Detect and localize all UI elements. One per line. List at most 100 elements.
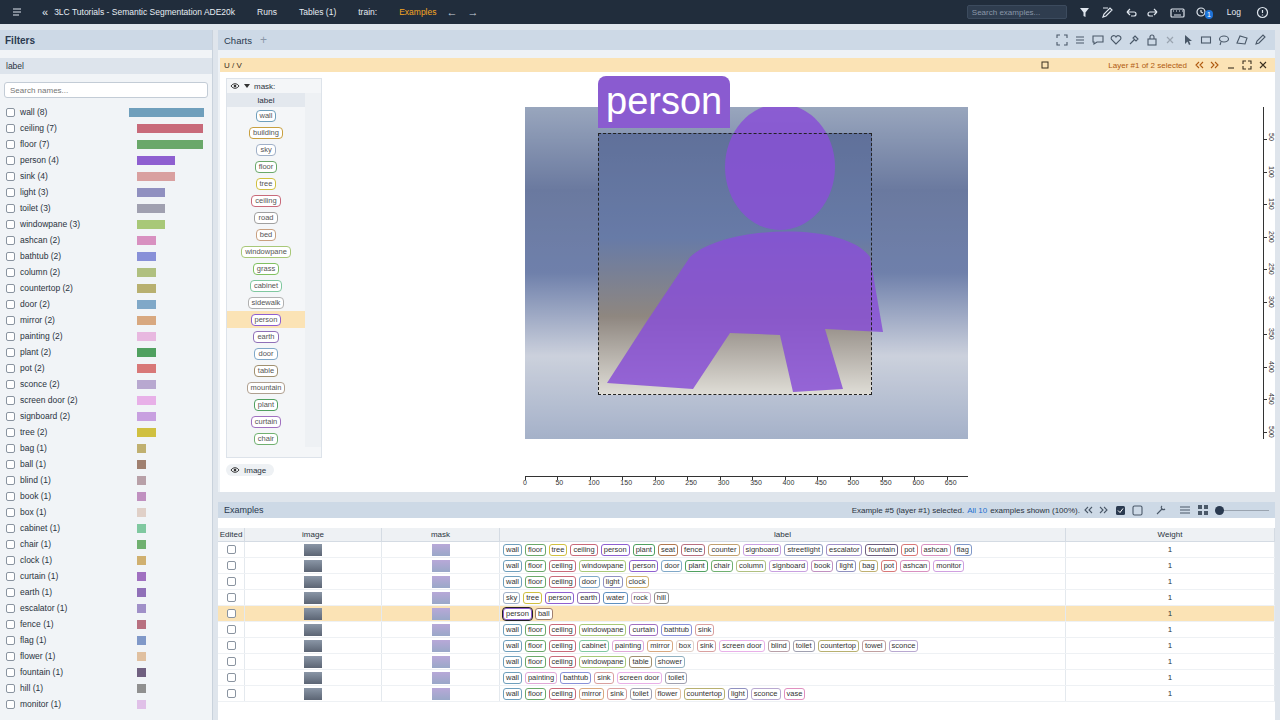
filter-checkbox[interactable] <box>6 172 15 181</box>
filter-checkbox[interactable] <box>6 140 15 149</box>
filter-item[interactable]: bag (1) <box>0 440 212 456</box>
filter-checkbox[interactable] <box>6 188 15 197</box>
label-tag[interactable]: cabinet <box>579 640 609 652</box>
image-thumbnail[interactable] <box>304 656 322 668</box>
label-tag[interactable]: fountain <box>865 544 898 556</box>
maximize-icon[interactable] <box>1242 60 1252 70</box>
layer-item[interactable]: curtain <box>227 413 321 430</box>
edited-checkbox[interactable] <box>227 577 236 586</box>
fit-icon[interactable] <box>1056 34 1068 46</box>
filter-item[interactable]: person (4) <box>0 152 212 168</box>
filter-item[interactable]: floor (7) <box>0 136 212 152</box>
filter-item[interactable]: column (2) <box>0 264 212 280</box>
label-tag[interactable]: ashcan <box>900 560 930 572</box>
filter-checkbox[interactable] <box>6 412 15 421</box>
layer-item[interactable]: chair <box>227 430 321 447</box>
undo-icon[interactable] <box>1124 6 1137 19</box>
wrench-icon[interactable] <box>1155 504 1167 516</box>
label-tag[interactable]: wall <box>503 656 522 668</box>
edited-checkbox[interactable] <box>227 609 236 618</box>
mask-thumbnail[interactable] <box>432 544 450 556</box>
label-tag[interactable]: door <box>661 560 682 572</box>
weight-cell[interactable]: 1 <box>1066 542 1275 557</box>
label-tag[interactable]: sink <box>697 640 716 652</box>
filter-checkbox[interactable] <box>6 460 15 469</box>
label-tag[interactable]: floor <box>525 688 546 700</box>
label-tag[interactable]: door <box>579 576 600 588</box>
edited-checkbox[interactable] <box>227 625 236 634</box>
label-tag[interactable]: sconce <box>751 688 781 700</box>
label-tag[interactable]: water <box>603 592 627 604</box>
filter-checkbox[interactable] <box>6 364 15 373</box>
label-tag[interactable]: toilet <box>793 640 815 652</box>
label-tag[interactable]: counter <box>708 544 739 556</box>
column-header[interactable]: mask <box>382 528 500 541</box>
label-tag[interactable]: screen door <box>719 640 765 652</box>
label-tag[interactable]: ceiling <box>570 544 597 556</box>
weight-cell[interactable]: 1 <box>1066 606 1275 621</box>
label-tag[interactable]: floor <box>525 624 546 636</box>
label-tag[interactable]: floor <box>525 576 546 588</box>
label-tag[interactable]: mirror <box>647 640 673 652</box>
label-tag[interactable]: light <box>728 688 748 700</box>
filter-item[interactable]: cabinet (1) <box>0 520 212 536</box>
filter-item[interactable]: book (1) <box>0 488 212 504</box>
label-tag[interactable]: sky <box>503 592 520 604</box>
label-tag[interactable]: toilet <box>630 688 652 700</box>
layer-item[interactable]: windowpane <box>227 243 321 260</box>
label-tag[interactable]: wall <box>503 576 522 588</box>
label-tag[interactable]: person <box>503 608 532 620</box>
back-button[interactable]: « <box>42 6 48 18</box>
label-tag[interactable]: floor <box>525 656 546 668</box>
filter-checkbox[interactable] <box>6 556 15 565</box>
label-tag[interactable]: clock <box>626 576 649 588</box>
label-tag[interactable]: box <box>676 640 694 652</box>
column-header[interactable]: label <box>500 528 1066 541</box>
list-view-icon[interactable] <box>1179 504 1191 516</box>
weight-cell[interactable]: 1 <box>1066 654 1275 669</box>
weight-cell[interactable]: 1 <box>1066 574 1275 589</box>
column-header[interactable]: Edited <box>218 528 245 541</box>
filter-item[interactable]: fence (1) <box>0 616 212 632</box>
edited-checkbox[interactable] <box>227 593 236 602</box>
close-chart-icon[interactable] <box>1258 60 1268 70</box>
filter-checkbox[interactable] <box>6 236 15 245</box>
prev-layer-icon[interactable] <box>1194 60 1204 70</box>
label-tag[interactable]: flower <box>655 688 681 700</box>
image-thumbnail[interactable] <box>304 672 322 684</box>
filter-checkbox[interactable] <box>6 684 15 693</box>
filter-item[interactable]: countertop (2) <box>0 280 212 296</box>
filter-checkbox[interactable] <box>6 156 15 165</box>
label-tag[interactable]: plant <box>633 544 655 556</box>
table-row[interactable]: wallfloorceilingwindowpanecurtainbathtub… <box>218 622 1275 638</box>
filter-checkbox[interactable] <box>6 508 15 517</box>
label-tag[interactable]: ceiling <box>549 624 576 636</box>
label-tag[interactable]: wall <box>503 560 522 572</box>
nav-arrow[interactable]: ← <box>446 6 457 18</box>
label-tag[interactable]: ceiling <box>549 560 576 572</box>
thumb-size-slider[interactable] <box>1216 506 1269 515</box>
label-tag[interactable]: sconce <box>889 640 919 652</box>
column-header[interactable]: image <box>245 528 382 541</box>
filter-checkbox[interactable] <box>6 572 15 581</box>
filter-checkbox[interactable] <box>6 348 15 357</box>
filter-item[interactable]: door (2) <box>0 296 212 312</box>
lock-icon[interactable] <box>1146 34 1158 46</box>
image-thumbnail[interactable] <box>304 560 322 572</box>
polygon-icon[interactable] <box>1236 34 1248 46</box>
comment-icon[interactable] <box>1092 34 1104 46</box>
table-row[interactable]: wallfloortreeceilingpersonplantseatfence… <box>218 542 1275 558</box>
edited-checkbox[interactable] <box>227 657 236 666</box>
mask-thumbnail[interactable] <box>432 624 450 636</box>
weight-cell[interactable]: 1 <box>1066 558 1275 573</box>
layer-item[interactable]: road <box>227 209 321 226</box>
grid-view-icon[interactable] <box>1197 504 1209 516</box>
label-tag[interactable]: pot <box>881 560 897 572</box>
layer-item[interactable]: grass <box>227 260 321 277</box>
label-tag[interactable]: countertop <box>818 640 859 652</box>
label-tag[interactable]: streetlight <box>784 544 823 556</box>
image-thumbnail[interactable] <box>304 624 322 636</box>
table-row[interactable]: wallfloorceilingdoorlightclock1 <box>218 574 1275 590</box>
edited-checkbox[interactable] <box>227 561 236 570</box>
label-tag[interactable]: column <box>736 560 766 572</box>
